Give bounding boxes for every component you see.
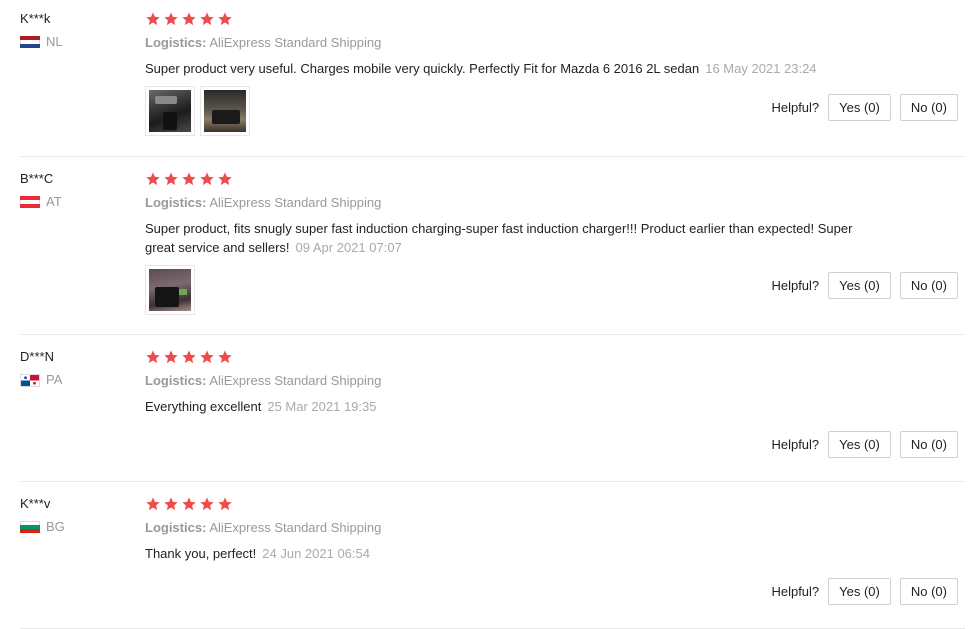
reviewer-country: PA: [20, 373, 62, 387]
helpful-actions: Helpful? Yes (0) No (0): [771, 272, 958, 299]
review-photo-thumbnail[interactable]: [200, 86, 250, 136]
review-item: K***v BG Logistics: AliExpress Standard …: [0, 496, 965, 629]
reviewer-info: D***N PA: [20, 349, 62, 387]
review-comment: Thank you, perfect! 24 Jun 2021 06:54: [145, 544, 885, 563]
star-icon: [164, 12, 178, 26]
country-code: BG: [46, 519, 65, 534]
star-rating: [145, 349, 965, 365]
star-icon: [218, 172, 232, 186]
helpful-actions: Helpful? Yes (0) No (0): [771, 94, 958, 121]
logistics-info: Logistics: AliExpress Standard Shipping: [145, 35, 965, 51]
star-icon: [200, 350, 214, 364]
flag-icon-bg: [20, 520, 40, 534]
divider: [20, 156, 965, 157]
car-interior-photo: [149, 90, 191, 132]
logistics-label: Logistics:: [145, 373, 207, 388]
helpful-no-button[interactable]: No (0): [899, 272, 958, 299]
star-icon: [182, 350, 196, 364]
star-rating: [145, 496, 965, 512]
logistics-label: Logistics:: [145, 35, 207, 50]
review-date: 25 Mar 2021 19:35: [267, 399, 377, 414]
review-date: 24 Jun 2021 06:54: [262, 546, 370, 561]
star-rating: [145, 11, 965, 27]
helpful-no-button[interactable]: No (0): [899, 431, 958, 458]
review-comment: Super product very useful. Charges mobil…: [145, 59, 885, 78]
helpful-yes-button[interactable]: Yes (0): [828, 578, 891, 605]
reviewer-info: K***v BG: [20, 496, 65, 534]
star-icon: [200, 172, 214, 186]
review-comment: Everything excellent 25 Mar 2021 19:35: [145, 397, 885, 416]
reviewer-name: B***C: [20, 171, 54, 186]
reviewer-info: K***k NL: [20, 11, 63, 49]
review-photo-thumbnail[interactable]: [145, 86, 195, 136]
star-icon: [146, 497, 160, 511]
reviewer-country: BG: [20, 520, 65, 534]
helpful-label: Helpful?: [771, 278, 820, 293]
helpful-yes-button[interactable]: Yes (0): [828, 272, 891, 299]
helpful-actions: Helpful? Yes (0) No (0): [771, 578, 958, 605]
star-icon: [200, 12, 214, 26]
star-rating: [145, 171, 965, 187]
star-icon: [146, 12, 160, 26]
star-icon: [218, 12, 232, 26]
logistics-value: AliExpress Standard Shipping: [209, 520, 382, 535]
logistics-label: Logistics:: [145, 195, 207, 210]
reviewer-country: NL: [20, 35, 63, 49]
country-code: NL: [46, 34, 63, 49]
star-icon: [164, 497, 178, 511]
helpful-label: Helpful?: [771, 437, 820, 452]
review-body: Logistics: AliExpress Standard Shipping …: [145, 349, 965, 416]
reviewer-name: D***N: [20, 349, 54, 364]
logistics-info: Logistics: AliExpress Standard Shipping: [145, 195, 965, 211]
review-photo-thumbnail[interactable]: [145, 265, 195, 315]
comment-text: Thank you, perfect!: [145, 546, 257, 561]
review-item: K***k NL Logistics: AliExpress Standard …: [0, 11, 965, 157]
helpful-actions: Helpful? Yes (0) No (0): [771, 431, 958, 458]
logistics-value: AliExpress Standard Shipping: [209, 195, 382, 210]
flag-icon-nl: [20, 35, 40, 49]
review-body: Logistics: AliExpress Standard Shipping …: [145, 496, 965, 563]
star-icon: [164, 350, 178, 364]
star-icon: [164, 172, 178, 186]
star-icon: [200, 497, 214, 511]
country-code: AT: [46, 194, 62, 209]
car-interior-photo: [204, 90, 246, 132]
charger-photo: [149, 269, 191, 311]
helpful-yes-button[interactable]: Yes (0): [828, 94, 891, 121]
flag-icon-at: [20, 195, 40, 209]
divider: [20, 334, 965, 335]
flag-icon-pa: [20, 373, 40, 387]
helpful-label: Helpful?: [771, 100, 820, 115]
review-date: 16 May 2021 23:24: [705, 61, 817, 76]
star-icon: [218, 497, 232, 511]
review-item: D***N PA Logistics: AliExpress Standard …: [0, 349, 965, 482]
reviewer-name: K***v: [20, 496, 51, 511]
logistics-value: AliExpress Standard Shipping: [209, 35, 382, 50]
logistics-info: Logistics: AliExpress Standard Shipping: [145, 373, 965, 389]
reviewer-info: B***C AT: [20, 171, 62, 209]
review-comment: Super product, fits snugly super fast in…: [145, 219, 860, 257]
comment-text: Super product very useful. Charges mobil…: [145, 61, 700, 76]
star-icon: [182, 497, 196, 511]
review-item: B***C AT Logistics: AliExpress Standard …: [0, 171, 965, 335]
comment-text: Super product, fits snugly super fast in…: [145, 221, 853, 255]
star-icon: [218, 350, 232, 364]
reviewer-country: AT: [20, 195, 62, 209]
logistics-info: Logistics: AliExpress Standard Shipping: [145, 520, 965, 536]
star-icon: [182, 12, 196, 26]
star-icon: [146, 172, 160, 186]
star-icon: [182, 172, 196, 186]
logistics-value: AliExpress Standard Shipping: [209, 373, 382, 388]
star-icon: [146, 350, 160, 364]
helpful-no-button[interactable]: No (0): [899, 94, 958, 121]
comment-text: Everything excellent: [145, 399, 262, 414]
country-code: PA: [46, 372, 63, 387]
review-date: 09 Apr 2021 07:07: [295, 240, 402, 255]
divider: [20, 481, 965, 482]
helpful-label: Helpful?: [771, 584, 820, 599]
logistics-label: Logistics:: [145, 520, 207, 535]
helpful-yes-button[interactable]: Yes (0): [828, 431, 891, 458]
reviewer-name: K***k: [20, 11, 51, 26]
helpful-no-button[interactable]: No (0): [899, 578, 958, 605]
